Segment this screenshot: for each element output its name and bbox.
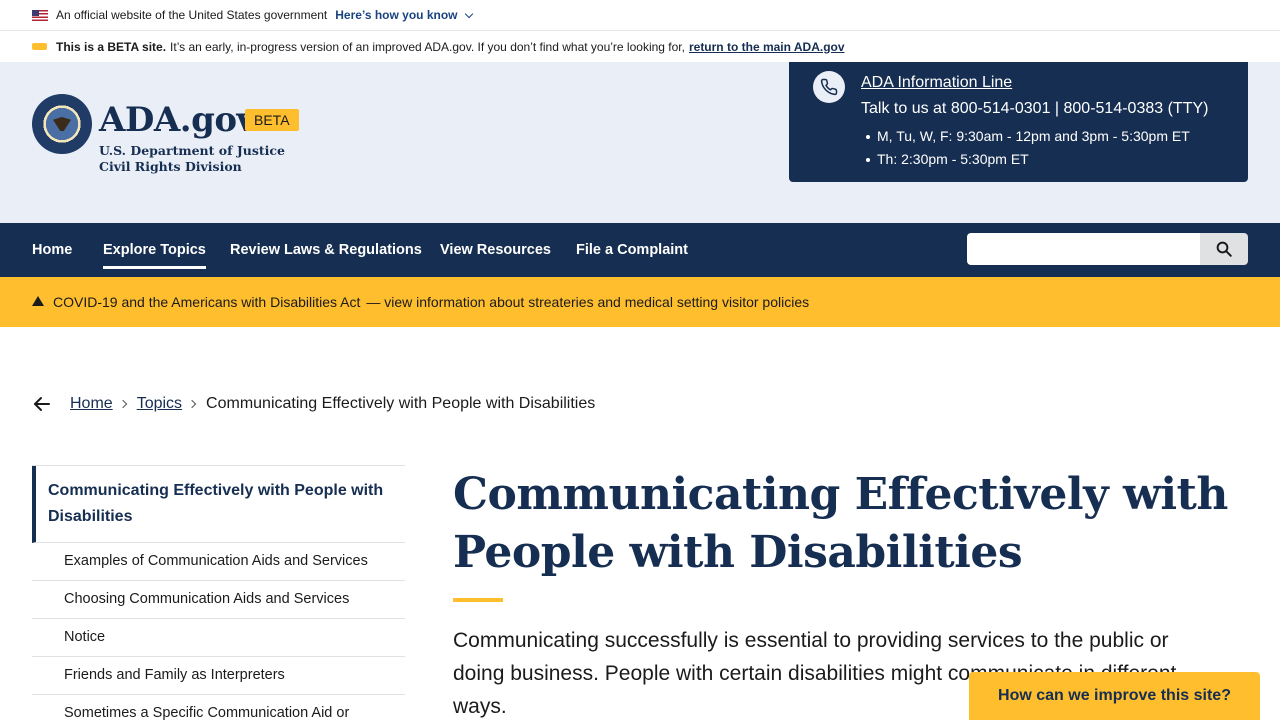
nav-explore-topics[interactable]: Explore Topics bbox=[103, 242, 206, 269]
sidenav-item[interactable]: Notice bbox=[32, 619, 405, 657]
page-title: Communicating Effectively with People wi… bbox=[453, 469, 1228, 578]
beta-banner-bold: This is a BETA site. bbox=[56, 39, 167, 54]
info-line-box: ADA Information Line Talk to us at 800-5… bbox=[789, 62, 1248, 182]
sidenav-item[interactable]: Examples of Communication Aids and Servi… bbox=[32, 543, 405, 581]
gov-banner-text: An official website of the United States… bbox=[56, 8, 328, 22]
sidenav-current[interactable]: Communicating Effectively with People wi… bbox=[32, 466, 405, 543]
chevron-right-icon bbox=[118, 399, 127, 409]
beta-tag: BETA bbox=[245, 109, 299, 131]
hours-item: M, Tu, W, F: 9:30am - 12pm and 3pm - 5:3… bbox=[861, 125, 1190, 148]
beta-banner: This is a BETA site. It’s an early, in-p… bbox=[0, 31, 1280, 62]
side-nav: Communicating Effectively with People wi… bbox=[32, 465, 405, 720]
search-icon bbox=[1216, 241, 1232, 257]
department-line: U.S. Department of Justice bbox=[99, 143, 285, 158]
sidenav-item[interactable]: Friends and Family as Interpreters bbox=[32, 657, 405, 695]
alert-text[interactable]: — view information about streateries and… bbox=[366, 294, 809, 310]
breadcrumb-topics[interactable]: Topics bbox=[137, 395, 182, 413]
us-flag-icon bbox=[32, 9, 48, 21]
info-line-phone: Talk to us at 800-514-0301 | 800-514-038… bbox=[861, 100, 1209, 117]
search-input[interactable] bbox=[967, 233, 1200, 265]
nav-home[interactable]: Home bbox=[32, 242, 72, 258]
beta-indicator-icon bbox=[32, 43, 47, 50]
site-logo[interactable]: ADA.gov bbox=[99, 100, 256, 140]
title-underline bbox=[453, 598, 503, 602]
heres-how-you-know-button[interactable]: Here’s how you know bbox=[335, 8, 473, 22]
heres-how-you-know-label: Here’s how you know bbox=[335, 8, 458, 22]
search-button[interactable] bbox=[1200, 233, 1248, 265]
hours-item: Th: 2:30pm - 5:30pm ET bbox=[861, 148, 1190, 171]
chevron-right-icon bbox=[187, 399, 197, 409]
breadcrumb-home[interactable]: Home bbox=[70, 395, 113, 413]
primary-nav: Home Explore Topics Review Laws & Regula… bbox=[0, 223, 1280, 277]
department-name: U.S. Department of Justice Civil Rights … bbox=[99, 143, 285, 175]
covid-alert: COVID-19 and the Americans with Disabili… bbox=[0, 277, 1280, 327]
doj-seal-icon[interactable] bbox=[32, 94, 92, 154]
site-header: ADA.gov BETA U.S. Department of Justice … bbox=[0, 62, 1280, 223]
info-line-hours: M, Tu, W, F: 9:30am - 12pm and 3pm - 5:3… bbox=[861, 125, 1190, 171]
gov-banner: An official website of the United States… bbox=[0, 0, 1280, 31]
search-form bbox=[967, 233, 1248, 265]
breadcrumb: Home Topics Communicating Effectively wi… bbox=[32, 395, 595, 413]
alert-title[interactable]: COVID-19 and the Americans with Disabili… bbox=[53, 294, 360, 310]
return-main-link[interactable]: return to the main ADA.gov bbox=[689, 40, 845, 54]
nav-file-complaint[interactable]: File a Complaint bbox=[576, 242, 688, 258]
warning-icon bbox=[32, 295, 44, 306]
nav-review-laws[interactable]: Review Laws & Regulations bbox=[230, 242, 422, 258]
nav-view-resources[interactable]: View Resources bbox=[440, 242, 551, 258]
beta-banner-text: It’s an early, in-progress version of an… bbox=[170, 39, 685, 54]
chevron-down-icon bbox=[464, 9, 473, 18]
sidenav-item[interactable]: Choosing Communication Aids and Services bbox=[32, 581, 405, 619]
breadcrumb-current: Communicating Effectively with People wi… bbox=[206, 395, 596, 412]
division-line: Civil Rights Division bbox=[99, 159, 242, 174]
feedback-button[interactable]: How can we improve this site? bbox=[969, 672, 1260, 720]
back-arrow-icon[interactable] bbox=[32, 395, 54, 413]
phone-icon bbox=[813, 71, 845, 103]
info-line-title[interactable]: ADA Information Line bbox=[861, 74, 1012, 92]
sidenav-item[interactable]: Sometimes a Specific Communication Aid o… bbox=[32, 695, 405, 720]
